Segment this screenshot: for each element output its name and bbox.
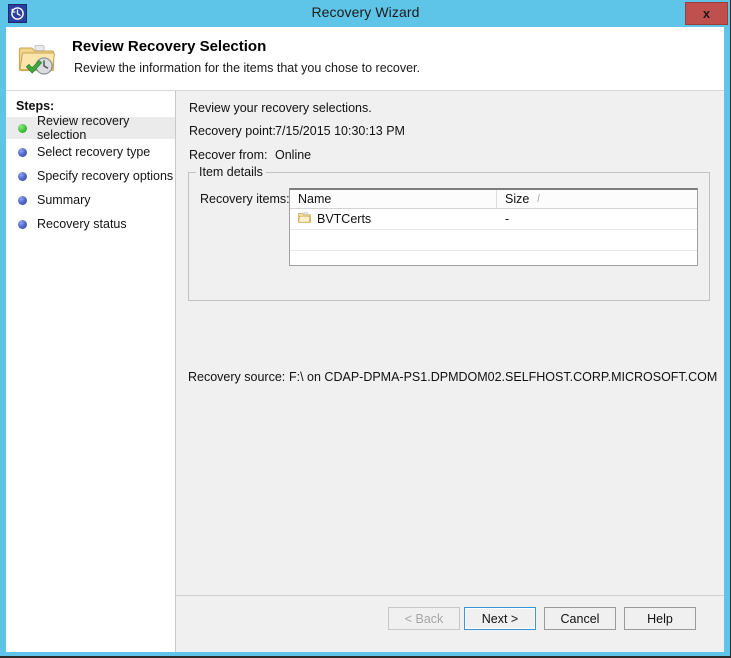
next-button[interactable]: Next > [464,607,536,630]
step-bullet-icon [18,123,27,133]
folder-clock-icon [18,39,58,79]
recovery-point-value: 7/15/2015 10:30:13 PM [275,124,405,138]
recovery-point-label: Recovery point: [189,124,276,138]
wizard-footer: < Back Next > Cancel Help [176,596,724,652]
sort-indicator-icon: / [537,193,540,205]
sidebar-item-label: Review recovery selection [37,114,130,142]
sidebar-item-recovery-status[interactable]: Recovery status [6,213,175,235]
recover-from-label: Recover from: [189,148,268,162]
intro-text: Review your recovery selections. [189,101,372,115]
sidebar-item-label: Select recovery type [37,145,151,159]
recovery-items-listview[interactable]: Name Size / BVTCerts - [289,188,698,266]
column-header-name[interactable]: Name [290,190,497,208]
window-title: Recovery Wizard [311,4,420,20]
recovery-items-label: Recovery items: [200,192,290,206]
row-size-cell: - [505,212,510,226]
sidebar-item-label: Recovery status [37,217,127,231]
table-row[interactable]: BVTCerts - [290,209,697,230]
row-name-text: BVTCerts [317,212,372,226]
step-bullet-icon [18,219,27,229]
sidebar-item-label: Specify recovery options [37,169,174,183]
listview-header-row: Name Size / [290,190,697,209]
recovery-wizard-window: Recovery Wizard x Review Recovery Select… [0,0,731,658]
sidebar-item-label: Summary [37,193,91,207]
step-bullet-icon [18,171,27,181]
help-button[interactable]: Help [624,607,696,630]
wizard-header: Review Recovery Selection Review the inf… [6,27,724,91]
sidebar-item-select-recovery-type[interactable]: Select recovery type [6,141,175,163]
sidebar-item-review-recovery-selection[interactable]: Review recovery selection [6,114,175,142]
step-bullet-icon [18,147,27,157]
sidebar-item-summary[interactable]: Summary [6,189,175,211]
close-button[interactable]: x [685,2,728,25]
column-header-size[interactable]: Size / [497,190,697,208]
column-header-size-label: Size [505,192,530,206]
recover-from-value: Online [275,148,312,162]
step-bullet-icon [18,195,27,205]
row-name-cell: BVTCerts [290,211,497,227]
listview-empty-row [290,251,697,265]
title-bar: Recovery Wizard x [0,0,730,27]
back-button[interactable]: < Back [388,607,460,630]
cancel-button[interactable]: Cancel [544,607,616,630]
folder-icon [298,211,311,227]
page-title: Review Recovery Selection [72,38,267,55]
steps-sidebar: Steps: Review recovery selection Select … [6,91,176,652]
sidebar-item-specify-recovery-options[interactable]: Specify recovery options [6,165,175,187]
recovery-source-value: F:\ on CDAP-DPMA-PS1.DPMDOM02.SELFHOST.C… [289,370,718,384]
listview-empty-row [290,230,697,251]
main-content-panel: Review your recovery selections. Recover… [176,91,724,652]
page-subtitle: Review the information for the items tha… [74,61,421,75]
steps-label: Steps: [16,99,55,113]
recovery-source-label: Recovery source: [188,370,286,384]
item-details-title: Item details [196,165,266,179]
